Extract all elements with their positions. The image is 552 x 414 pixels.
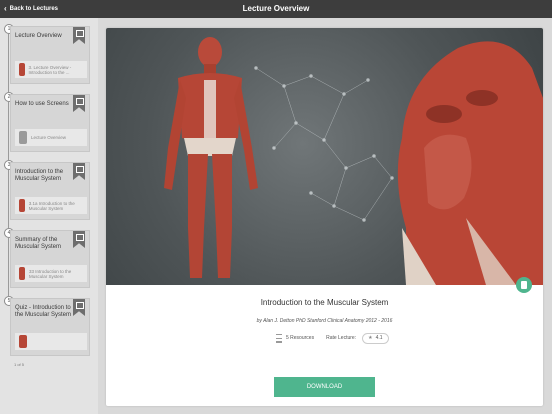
lesson-title: Lecture Overview [15, 33, 62, 39]
lesson-card[interactable]: Summary of the Muscular System 33 Introd… [10, 230, 90, 288]
timeline-line [8, 170, 9, 228]
lesson-card[interactable]: Lecture Overview 3. Lecture Overview - I… [10, 26, 90, 84]
timeline-line [8, 34, 9, 92]
lesson-item-3[interactable]: 3 Introduction to the Muscular System 3.… [0, 156, 98, 228]
lesson-title: How to use Screens [15, 101, 69, 107]
anatomy-thumbnail [19, 63, 25, 76]
resources-count[interactable]: 5 Resources [286, 335, 314, 341]
screen-label: 3. Lecture Overview - Introduction to th… [28, 64, 72, 75]
page-title: Lecture Overview [242, 4, 310, 13]
page-indicator: 1 of 5 [14, 362, 25, 367]
document-icon[interactable] [516, 277, 532, 293]
lesson-screen-item[interactable]: Lecture Overview [15, 129, 87, 146]
bookmark-icon[interactable] [73, 95, 85, 112]
bookmark-icon[interactable] [73, 27, 85, 44]
bookmark-icon[interactable] [73, 299, 85, 316]
screen-label: 33 Introduction to the Muscular System [28, 268, 72, 279]
screen-thumbnail [19, 131, 27, 144]
bookmark-icon[interactable] [73, 231, 85, 248]
lesson-item-2[interactable]: 2 How to use Screens Lecture Overview [0, 88, 98, 160]
rating-value: 4.1 [375, 335, 383, 341]
lecture-author: by Alan J. Detton PhD Stanford Clinical … [256, 318, 393, 324]
lesson-card[interactable]: Quiz - Introduction to the Muscular Syst… [10, 298, 90, 356]
lesson-title: Summary of the Muscular System [15, 237, 62, 250]
anatomy-thumbnail [19, 199, 25, 212]
timeline-line [8, 102, 9, 160]
resources-icon [276, 333, 282, 343]
screen-label: 3.1a Introduction to the Muscular System [28, 200, 75, 211]
lesson-item-4[interactable]: 4 Summary of the Muscular System 33 Intr… [0, 224, 98, 296]
anatomy-thumbnail [19, 335, 27, 348]
rate-label: Rate Lecture: [326, 335, 357, 341]
anatomy-illustration [164, 37, 543, 285]
screen-label: Lecture Overview [31, 135, 67, 140]
lecture-panel: Introduction to the Muscular System by A… [106, 28, 543, 406]
lesson-title: Introduction to the Muscular System [15, 169, 64, 182]
hero-image [106, 28, 543, 285]
lesson-sidebar: 1 Lecture Overview 3. Lecture Overview -… [0, 18, 98, 414]
anatomy-thumbnail [19, 267, 25, 280]
head-neck-figure [397, 41, 543, 285]
star-icon: ★ [368, 335, 373, 341]
lesson-screen-item[interactable] [15, 333, 87, 350]
network-graph [254, 66, 394, 222]
rating-button[interactable]: ★ 4.1 [362, 332, 389, 344]
bookmark-icon[interactable] [73, 163, 85, 180]
lesson-screen-item[interactable]: 33 Introduction to the Muscular System [15, 265, 87, 282]
download-button[interactable]: DOWNLOAD [274, 377, 375, 397]
timeline-line [8, 238, 9, 296]
lesson-screen-item[interactable]: 3. Lecture Overview - Introduction to th… [15, 61, 87, 78]
full-body-figure [164, 37, 258, 278]
lecture-title: Introduction to the Muscular System [260, 298, 389, 307]
lesson-card[interactable]: Introduction to the Muscular System 3.1a… [10, 162, 90, 220]
lesson-item-5[interactable]: 5 Quiz - Introduction to the Muscular Sy… [0, 292, 98, 360]
lesson-card[interactable]: How to use Screens Lecture Overview [10, 94, 90, 152]
lecture-meta: 5 Resources Rate Lecture: ★ 4.1 [276, 332, 389, 344]
lesson-item-1[interactable]: 1 Lecture Overview 3. Lecture Overview -… [0, 20, 98, 92]
top-bar: ‹ Back to Lectures Lecture Overview [0, 0, 552, 18]
lesson-title: Quiz - Introduction to the Muscular Syst… [15, 305, 72, 318]
lesson-screen-item[interactable]: 3.1a Introduction to the Muscular System [15, 197, 87, 214]
